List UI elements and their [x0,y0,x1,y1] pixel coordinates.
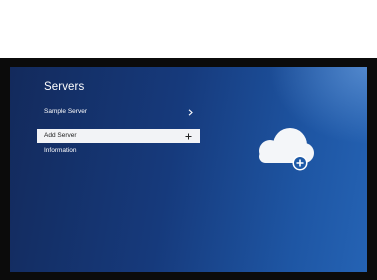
menu-item-add-server[interactable]: Add Server [37,129,200,143]
page-title: Servers [44,81,85,93]
chevron-right-icon [186,105,194,119]
menu-item-label: Information [44,147,77,154]
app-screen: Servers Sample Server Add Server Informa… [10,67,367,272]
menu-item-label: Sample Server [44,108,87,115]
cloud-add-icon [259,128,314,171]
plus-icon [184,129,193,143]
menu-item-label: Add Server [44,132,77,139]
menu-item-sample-server[interactable]: Sample Server [37,105,200,119]
menu-item-information[interactable]: Information [37,144,200,158]
tv-frame: Servers Sample Server Add Server Informa… [0,58,377,280]
server-menu: Sample Server Add Server Information [37,105,200,158]
